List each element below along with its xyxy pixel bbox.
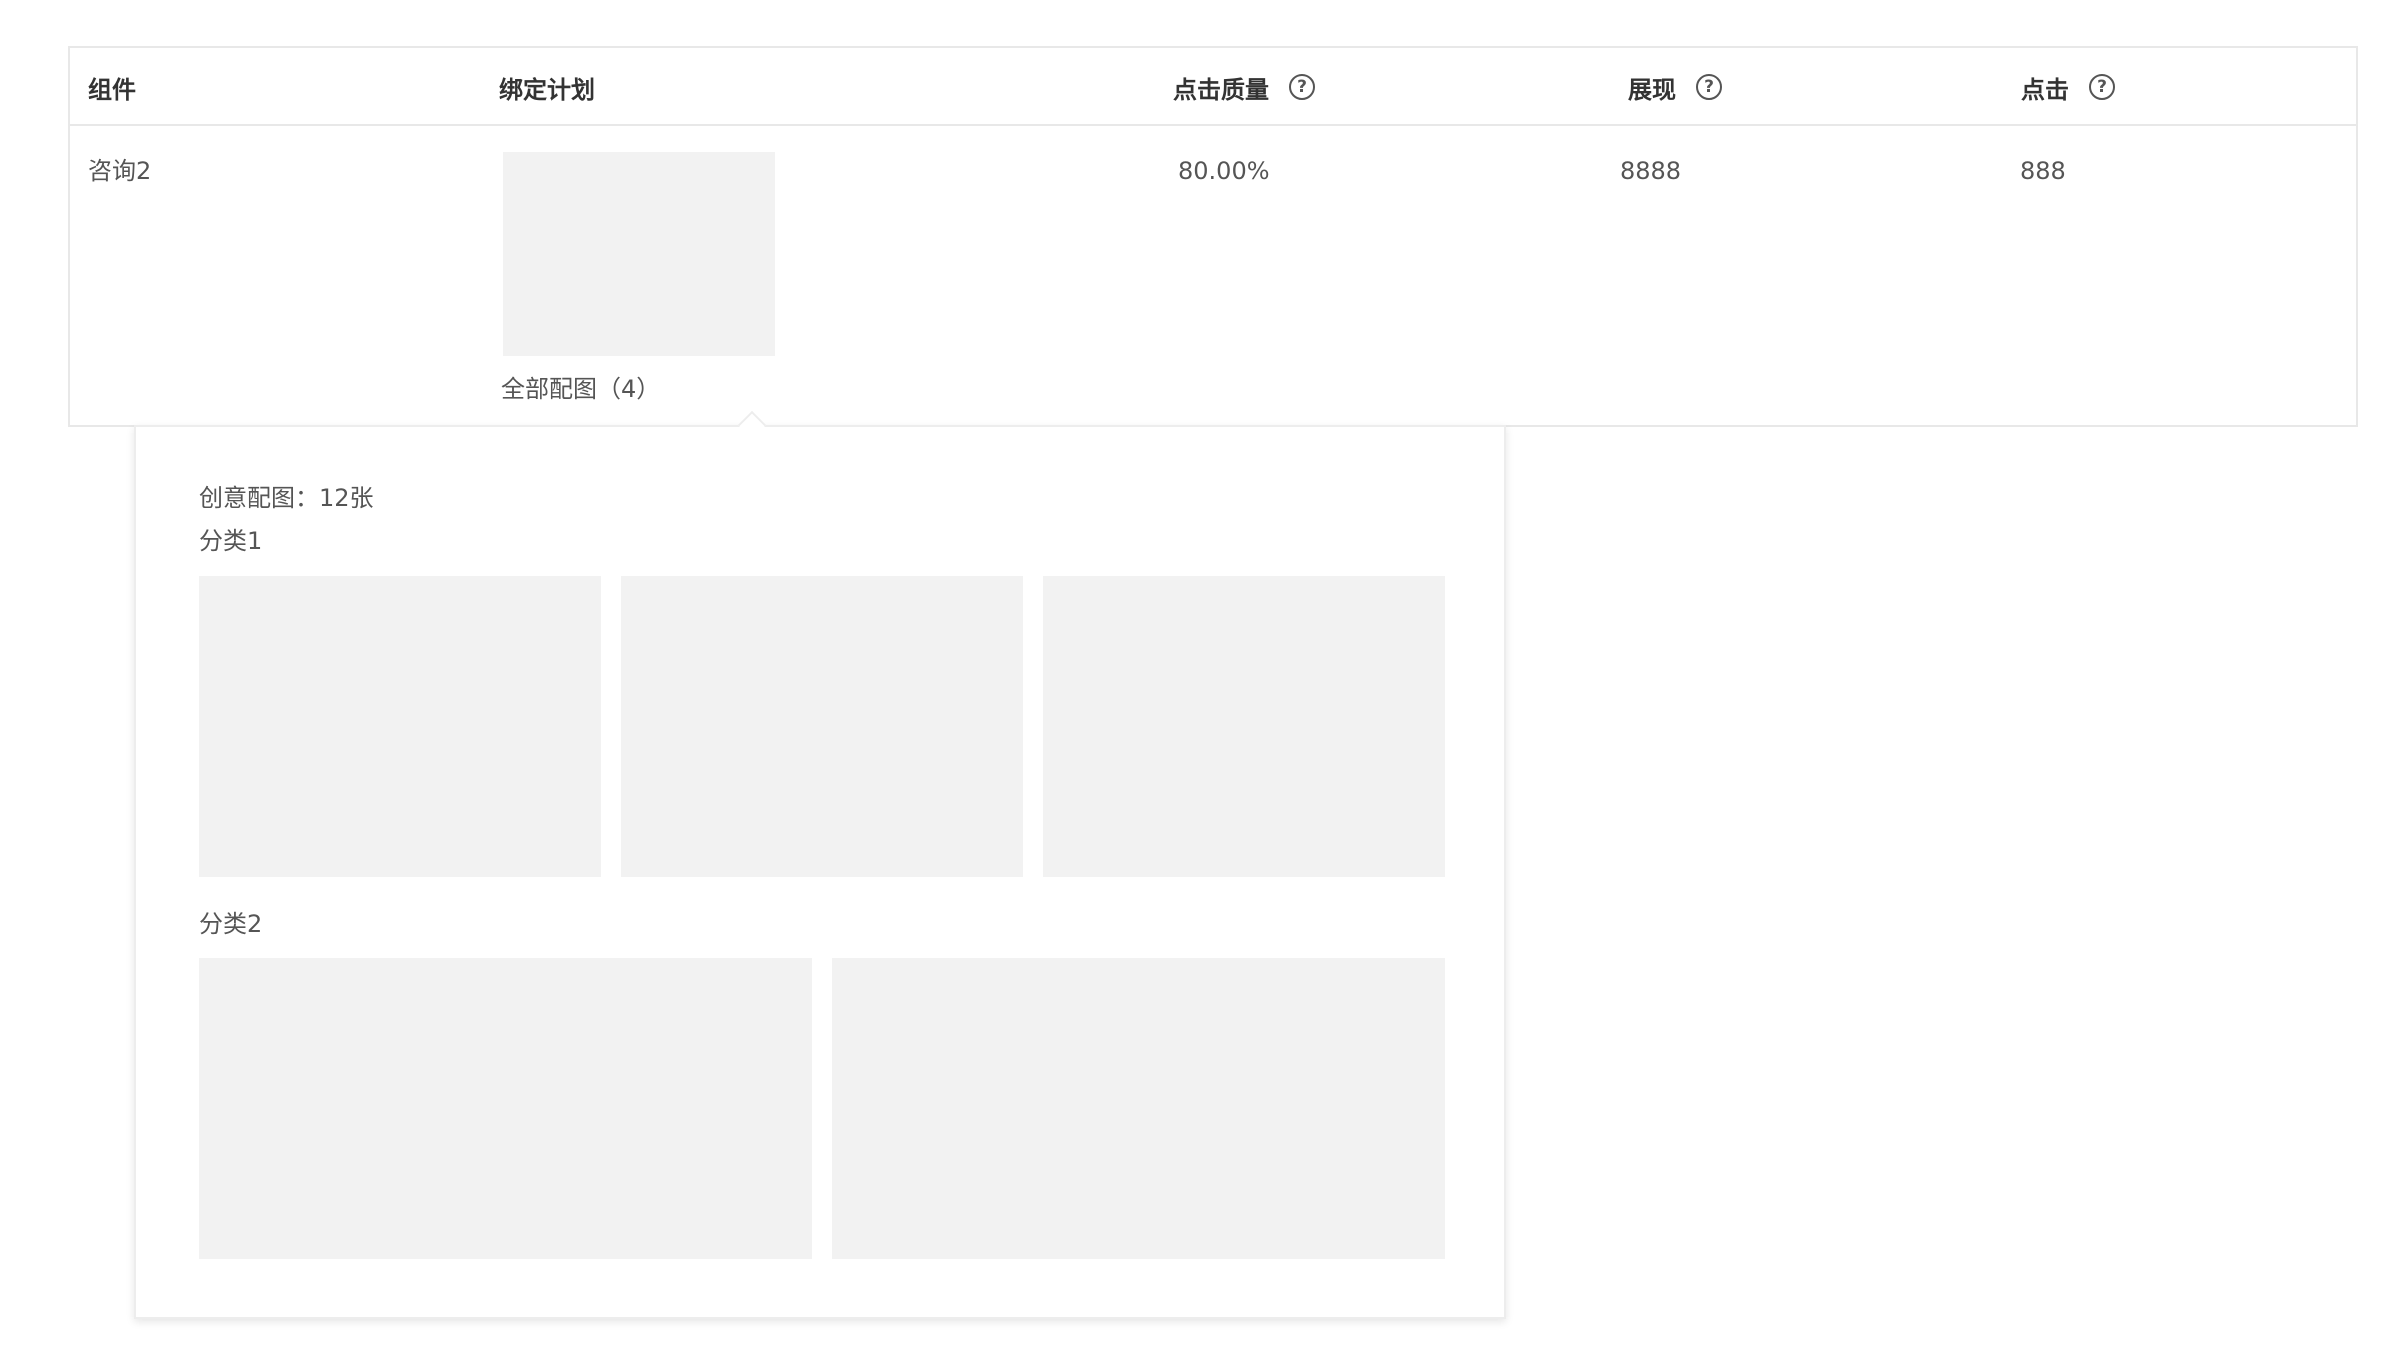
header-impressions-label: 展现 xyxy=(1628,75,1676,104)
cell-component: 咨询2 xyxy=(88,157,152,185)
data-table: 组件 绑定计划 点击质量 ? 展现 ? 点击 ? 咨询2 全部配图（4） 80.… xyxy=(68,46,2358,427)
header-plan: 绑定计划 xyxy=(499,48,595,126)
cell-clicks: 888 xyxy=(2020,157,2066,185)
plan-image-thumbnail[interactable] xyxy=(503,152,775,356)
image-thumbnail[interactable] xyxy=(1043,576,1445,877)
header-component-label: 组件 xyxy=(88,75,136,104)
header-clicks-label: 点击 xyxy=(2021,75,2069,104)
table-header: 组件 绑定计划 点击质量 ? 展现 ? 点击 ? xyxy=(70,48,2356,126)
header-component: 组件 xyxy=(88,48,136,126)
image-thumbnail[interactable] xyxy=(199,576,601,877)
page: 组件 绑定计划 点击质量 ? 展现 ? 点击 ? 咨询2 全部配图（4） 80.… xyxy=(0,0,2400,1368)
image-thumbnail[interactable] xyxy=(832,958,1445,1259)
cell-click-quality: 80.00% xyxy=(1178,157,1270,185)
all-images-link[interactable]: 全部配图（4） xyxy=(501,373,660,405)
image-thumbnail[interactable] xyxy=(621,576,1023,877)
popover-title: 创意配图：12张 xyxy=(199,484,374,512)
help-icon[interactable]: ? xyxy=(1289,74,1315,100)
help-icon[interactable]: ? xyxy=(2089,74,2115,100)
image-preview-popover: 创意配图：12张 分类1 分类2 xyxy=(134,410,1506,1319)
cell-impressions: 8888 xyxy=(1620,157,1682,185)
category-label: 分类2 xyxy=(199,910,263,938)
help-icon[interactable]: ? xyxy=(1696,74,1722,100)
header-clicks: 点击 ? xyxy=(2021,48,2115,126)
image-thumbnail[interactable] xyxy=(199,958,812,1259)
header-impressions: 展现 ? xyxy=(1628,48,1722,126)
header-click-quality-label: 点击质量 xyxy=(1173,75,1269,104)
header-click-quality: 点击质量 ? xyxy=(1173,48,1315,126)
header-plan-label: 绑定计划 xyxy=(499,75,595,104)
category-label: 分类1 xyxy=(199,527,263,555)
